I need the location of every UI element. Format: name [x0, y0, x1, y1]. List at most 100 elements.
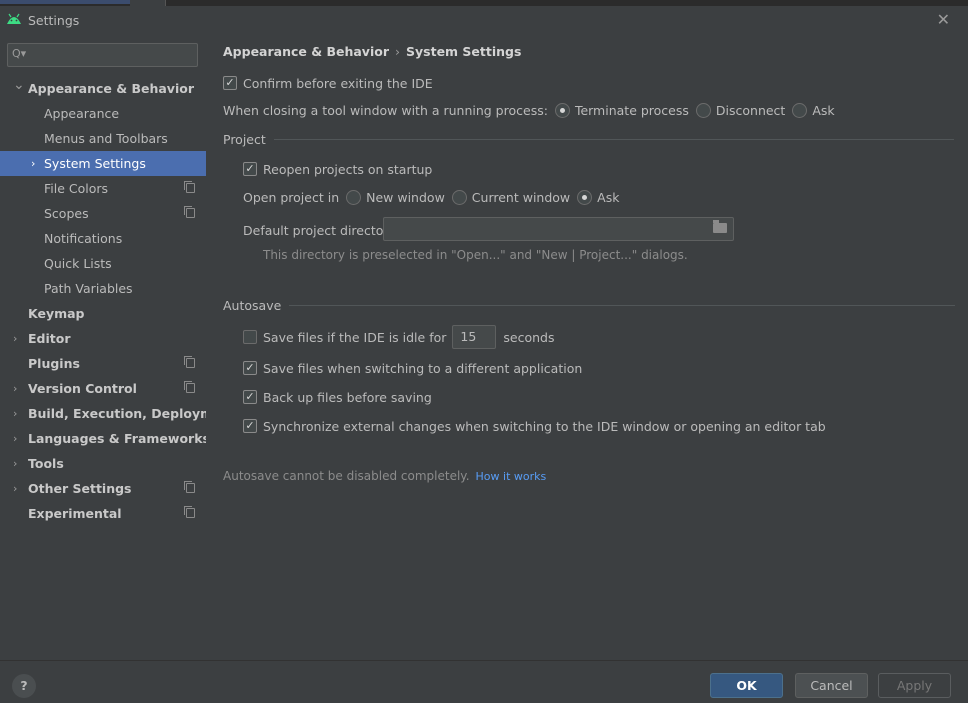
check-icon: ✓ [245, 419, 255, 432]
confirm-exit-row[interactable]: ✓ Confirm before exiting the IDE [223, 73, 433, 93]
sidebar-item-appearance-behavior[interactable]: ⌄ Appearance & Behavior [0, 76, 206, 101]
background-tab [0, 0, 130, 4]
sidebar-item-tools[interactable]: › Tools [0, 451, 206, 476]
chevron-right-icon[interactable]: › [13, 376, 17, 401]
breadcrumb-parent[interactable]: Appearance & Behavior [223, 44, 389, 59]
sidebar-item-label: Scopes [44, 206, 89, 221]
confirm-exit-checkbox[interactable]: ✓ [223, 76, 237, 90]
backup-checkbox[interactable]: ✓ [243, 390, 257, 404]
sidebar-item-label: Editor [28, 331, 71, 346]
sidebar-item-system-settings[interactable]: › System Settings [0, 151, 206, 176]
sidebar-item-notifications[interactable]: Notifications [0, 226, 206, 251]
idle-save-checkbox[interactable] [243, 330, 257, 344]
sidebar-item-menus-and-toolbars[interactable]: Menus and Toolbars [0, 126, 206, 151]
chevron-right-icon[interactable]: › [31, 151, 35, 176]
idle-save-row: Save files if the IDE is idle for 15 sec… [243, 325, 555, 349]
closing-process-label: When closing a tool window with a runnin… [223, 102, 548, 118]
autosave-note-text: Autosave cannot be disabled completely. [223, 469, 470, 483]
backup-label: Back up files before saving [263, 389, 432, 405]
open-project-in-row: Open project in New window Current windo… [243, 187, 619, 207]
idle-seconds-input[interactable]: 15 [452, 325, 497, 349]
ask-open-radio[interactable] [577, 189, 593, 205]
sidebar-item-editor[interactable]: › Editor [0, 326, 206, 351]
terminate-process-radio[interactable] [554, 102, 570, 118]
chevron-right-icon[interactable]: › [13, 326, 17, 351]
terminate-process-label: Terminate process [574, 102, 689, 118]
sidebar-item-plugins[interactable]: Plugins [0, 351, 206, 376]
sidebar-item-label: Menus and Toolbars [44, 131, 168, 146]
reopen-checkbox[interactable]: ✓ [243, 162, 257, 176]
android-icon [7, 13, 21, 24]
chevron-down-icon[interactable]: ⌄ [13, 73, 25, 98]
sync-checkbox[interactable]: ✓ [243, 419, 257, 433]
switching-save-row[interactable]: ✓ Save files when switching to a differe… [243, 358, 582, 378]
chevron-right-icon[interactable]: › [13, 451, 17, 476]
current-window-radio[interactable] [451, 189, 467, 205]
check-icon: ✓ [245, 162, 255, 175]
how-it-works-link[interactable]: How it works [476, 470, 547, 483]
sidebar-item-label: Plugins [28, 356, 80, 371]
project-group: Project [223, 129, 954, 149]
ask-radio[interactable] [792, 102, 808, 118]
sidebar-item-label: Appearance [44, 106, 120, 121]
sidebar-item-file-colors[interactable]: File Colors [0, 176, 206, 201]
check-icon: ✓ [225, 76, 235, 89]
open-project-in-label: Open project in [243, 189, 340, 205]
sidebar-item-quick-lists[interactable]: Quick Lists [0, 251, 206, 276]
switching-save-checkbox[interactable]: ✓ [243, 361, 257, 375]
project-level-icon [184, 206, 195, 218]
group-divider [273, 138, 954, 140]
disconnect-radio[interactable] [695, 102, 711, 118]
backup-row[interactable]: ✓ Back up files before saving [243, 387, 432, 407]
breadcrumb-current: System Settings [406, 44, 522, 59]
current-window-label: Current window [471, 189, 571, 205]
sidebar-item-other-settings[interactable]: › Other Settings [0, 476, 206, 501]
sidebar-item-path-variables[interactable]: Path Variables [0, 276, 206, 301]
sidebar-item-label: Keymap [28, 306, 85, 321]
switching-save-label: Save files when switching to a different… [263, 360, 583, 376]
sidebar-item-build-execution-deployment[interactable]: › Build, Execution, Deployment [0, 401, 236, 426]
reopen-row[interactable]: ✓ Reopen projects on startup [243, 159, 432, 179]
ok-button[interactable]: OK [710, 673, 783, 698]
autosave-group-title: Autosave [223, 297, 282, 313]
sidebar-item-appearance[interactable]: Appearance [0, 101, 206, 126]
autosave-note: Autosave cannot be disabled completely. H… [223, 469, 546, 483]
chevron-right-icon[interactable]: › [13, 426, 17, 451]
apply-button[interactable]: Apply [878, 673, 951, 698]
idle-save-label: Save files if the IDE is idle for [263, 329, 447, 345]
sidebar-item-label: File Colors [44, 181, 109, 196]
default-dir-input[interactable] [383, 217, 734, 241]
sidebar-item-scopes[interactable]: Scopes [0, 201, 206, 226]
settings-sidebar: Q▾ ⌄ Appearance & Behavior Appearance Menus… [0, 34, 236, 660]
new-window-radio[interactable] [346, 189, 362, 205]
help-button[interactable]: ? [12, 674, 36, 698]
sidebar-item-label: Languages & Frameworks [28, 431, 210, 446]
sidebar-item-version-control[interactable]: › Version Control [0, 376, 206, 401]
sidebar-item-label: Tools [28, 456, 64, 471]
settings-content: Appearance & Behavior › System Settings ✓ … [206, 34, 968, 660]
disconnect-label: Disconnect [715, 102, 786, 118]
sidebar-item-languages-frameworks[interactable]: › Languages & Frameworks [0, 426, 210, 451]
chevron-right-icon[interactable]: › [13, 476, 17, 501]
sync-label: Synchronize external changes when switch… [263, 418, 826, 434]
default-dir-hint: This directory is preselected in "Open..… [263, 248, 688, 262]
chevron-right-icon[interactable]: › [13, 401, 17, 426]
search-input[interactable]: Q▾ [7, 43, 198, 67]
cancel-button[interactable]: Cancel [795, 673, 868, 698]
sidebar-item-experimental[interactable]: Experimental [0, 501, 206, 526]
folder-icon[interactable] [713, 220, 727, 233]
sidebar-item-label: System Settings [44, 156, 146, 171]
sidebar-item-label: Path Variables [44, 281, 133, 296]
sync-row[interactable]: ✓ Synchronize external changes when swit… [243, 416, 826, 436]
breadcrumb-separator: › [395, 44, 400, 59]
project-level-icon [184, 181, 195, 193]
new-window-label: New window [366, 189, 445, 205]
idle-seconds-unit: seconds [503, 329, 555, 345]
sidebar-item-keymap[interactable]: Keymap [0, 301, 206, 326]
group-divider [289, 304, 956, 306]
project-level-icon [184, 506, 195, 518]
sidebar-item-label: Version Control [28, 381, 137, 396]
autosave-group: Autosave [223, 295, 956, 315]
close-icon[interactable]: ✕ [937, 10, 950, 29]
breadcrumb: Appearance & Behavior › System Settings [223, 44, 521, 59]
